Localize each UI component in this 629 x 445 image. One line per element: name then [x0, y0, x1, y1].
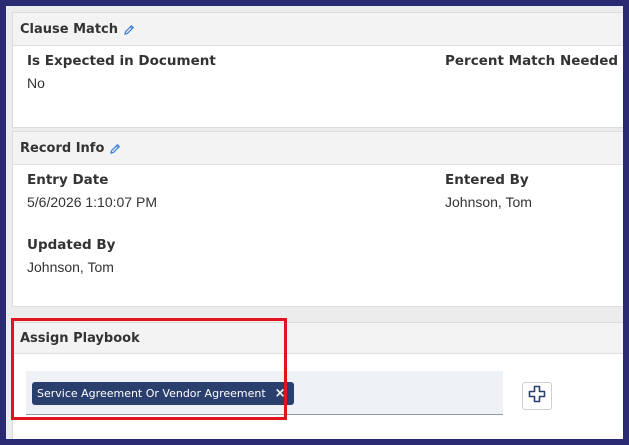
entered-by-field: Entered By Johnson, Tom [445, 172, 532, 210]
plus-icon [528, 385, 546, 408]
clause-match-header: Clause Match [13, 13, 623, 46]
is-expected-field: Is Expected in Document No [27, 53, 216, 91]
highlight-box [11, 318, 287, 420]
updated-by-value: Johnson, Tom [27, 259, 114, 275]
is-expected-value: No [27, 75, 45, 91]
updated-by-label: Updated By [27, 237, 116, 253]
clause-match-title: Clause Match [20, 21, 118, 37]
add-playbook-button[interactable] [522, 382, 552, 410]
entered-by-label: Entered By [445, 172, 529, 188]
updated-by-field: Updated By Johnson, Tom [27, 237, 115, 275]
clause-match-panel: Clause Match Is Expected in Document No … [12, 12, 623, 128]
entry-date-value: 5/6/2026 1:10:07 PM [27, 194, 157, 210]
pencil-icon[interactable] [123, 23, 135, 35]
percent-match-label: Percent Match Needed [445, 53, 619, 69]
is-expected-label: Is Expected in Document [27, 53, 216, 69]
entry-date-field: Entry Date 5/6/2026 1:10:07 PM [27, 172, 157, 210]
record-info-panel: Record Info Entry Date 5/6/2026 1:10:07 … [12, 131, 623, 307]
record-info-header: Record Info [13, 132, 623, 165]
percent-match-field: Percent Match Needed [445, 53, 618, 75]
entry-date-label: Entry Date [27, 172, 109, 188]
pencil-icon[interactable] [109, 142, 121, 154]
entered-by-value: Johnson, Tom [445, 194, 532, 210]
record-info-title: Record Info [20, 140, 105, 156]
